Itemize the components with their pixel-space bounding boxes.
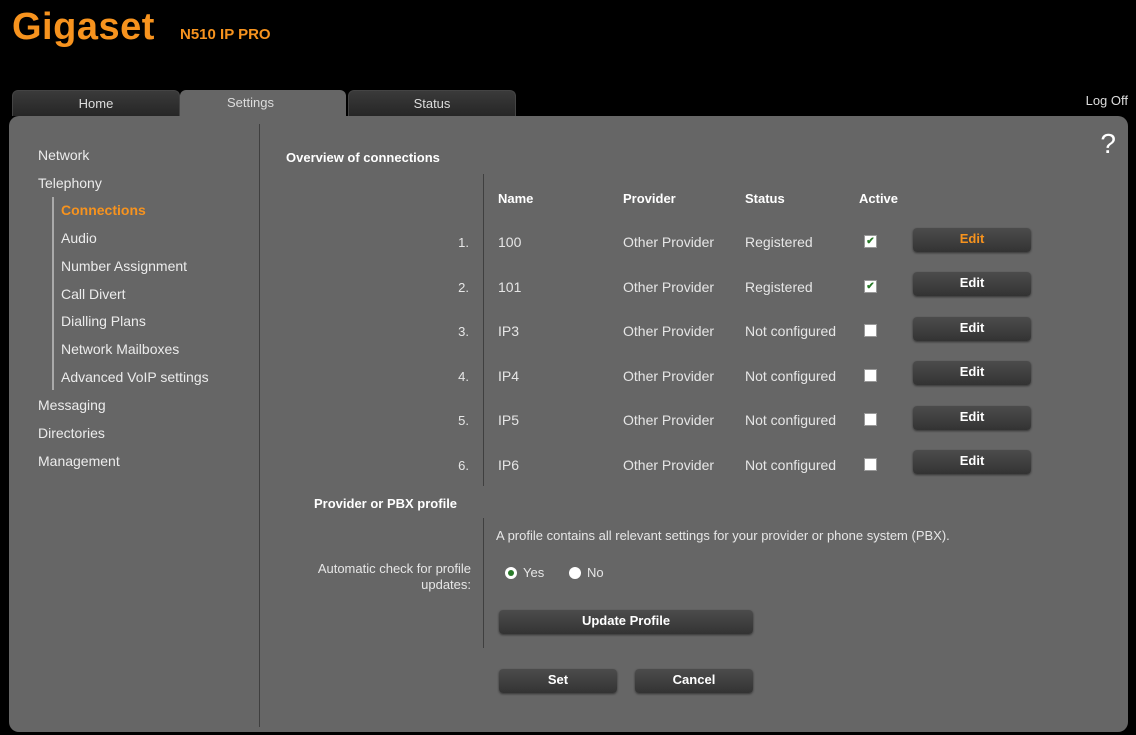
logoff-link[interactable]: Log Off [1086, 93, 1128, 108]
gigaset-logo: Gigaset [12, 6, 155, 48]
active-checkbox[interactable]: ✔ [864, 280, 877, 293]
submenu-indicator [52, 197, 54, 390]
profile-divider [483, 518, 484, 648]
set-button[interactable]: Set [499, 669, 617, 693]
sidebar-item-dialling-plans[interactable]: Dialling Plans [61, 313, 146, 329]
radio-yes[interactable] [505, 567, 517, 579]
sidebar-item-connections[interactable]: Connections [61, 202, 146, 218]
connection-provider: Other Provider [623, 412, 715, 428]
connection-status: Registered [745, 279, 813, 295]
active-checkbox[interactable] [864, 369, 877, 382]
row-number: 3. [458, 324, 469, 339]
connection-name: IP5 [498, 412, 520, 428]
connection-name: IP6 [498, 457, 520, 473]
row-number: 6. [458, 458, 469, 473]
sidebar-item-messaging[interactable]: Messaging [38, 397, 106, 413]
tab-home[interactable]: Home [12, 90, 180, 116]
row-number: 2. [458, 280, 469, 295]
sidebar-divider [259, 124, 260, 727]
connection-name: IP3 [498, 323, 520, 339]
connection-provider: Other Provider [623, 234, 715, 250]
edit-button[interactable]: Edit [913, 272, 1031, 296]
settings-panel: ? Network Telephony Connections Audio Nu… [9, 116, 1128, 732]
profile-title: Provider or PBX profile [314, 496, 458, 511]
connection-name: 100 [498, 234, 522, 250]
edit-button[interactable]: Edit [913, 361, 1031, 385]
radio-no[interactable] [569, 567, 581, 579]
edit-button[interactable]: Edit [913, 228, 1031, 252]
row-number: 5. [458, 413, 469, 428]
sidebar-item-management[interactable]: Management [38, 453, 120, 469]
sidebar-item-number-assignment[interactable]: Number Assignment [61, 258, 187, 274]
help-icon[interactable]: ? [1100, 128, 1116, 160]
connection-provider: Other Provider [623, 368, 715, 384]
sidebar-item-network-mailboxes[interactable]: Network Mailboxes [61, 341, 179, 357]
sidebar-item-directories[interactable]: Directories [38, 425, 105, 441]
overview-title: Overview of connections [286, 150, 440, 165]
column-header-name: Name [498, 191, 534, 206]
sidebar-item-advanced-voip[interactable]: Advanced VoIP settings [61, 369, 209, 385]
profile-description: A profile contains all relevant settings… [496, 528, 950, 543]
sidebar-item-telephony[interactable]: Telephony [38, 175, 102, 191]
connection-provider: Other Provider [623, 457, 715, 473]
active-checkbox[interactable] [864, 413, 877, 426]
connection-status: Registered [745, 234, 813, 250]
connection-status: Not configured [745, 412, 837, 428]
edit-button[interactable]: Edit [913, 406, 1031, 430]
column-header-status: Status [745, 191, 785, 206]
connection-provider: Other Provider [623, 279, 715, 295]
column-header-provider: Provider [623, 191, 676, 206]
active-checkbox[interactable]: ✔ [864, 235, 877, 248]
tab-settings[interactable]: Settings [180, 90, 346, 117]
connection-status: Not configured [745, 457, 837, 473]
sidebar-item-call-divert[interactable]: Call Divert [61, 286, 126, 302]
tab-status[interactable]: Status [348, 90, 516, 116]
radio-no-label: No [587, 565, 604, 580]
connections-divider [483, 174, 484, 486]
auto-check-label: Automatic check for profile updates: [279, 561, 471, 593]
radio-yes-label: Yes [523, 565, 545, 580]
edit-button[interactable]: Edit [913, 317, 1031, 341]
connection-name: 101 [498, 279, 522, 295]
column-header-active: Active [859, 191, 899, 206]
sidebar-item-network[interactable]: Network [38, 147, 89, 163]
connection-provider: Other Provider [623, 323, 715, 339]
connection-status: Not configured [745, 323, 837, 339]
row-number: 4. [458, 369, 469, 384]
edit-button[interactable]: Edit [913, 450, 1031, 474]
active-checkbox[interactable] [864, 324, 877, 337]
auto-check-label-line1: Automatic check for profile [317, 561, 471, 576]
sidebar-item-audio[interactable]: Audio [61, 230, 97, 246]
active-checkbox[interactable] [864, 458, 877, 471]
cancel-button[interactable]: Cancel [635, 669, 753, 693]
model-name: N510 IP PRO [180, 26, 271, 43]
connection-name: IP4 [498, 368, 520, 384]
row-number: 1. [458, 235, 469, 250]
connection-status: Not configured [745, 368, 837, 384]
auto-check-label-line2: updates: [421, 577, 471, 592]
update-profile-button[interactable]: Update Profile [499, 610, 753, 634]
